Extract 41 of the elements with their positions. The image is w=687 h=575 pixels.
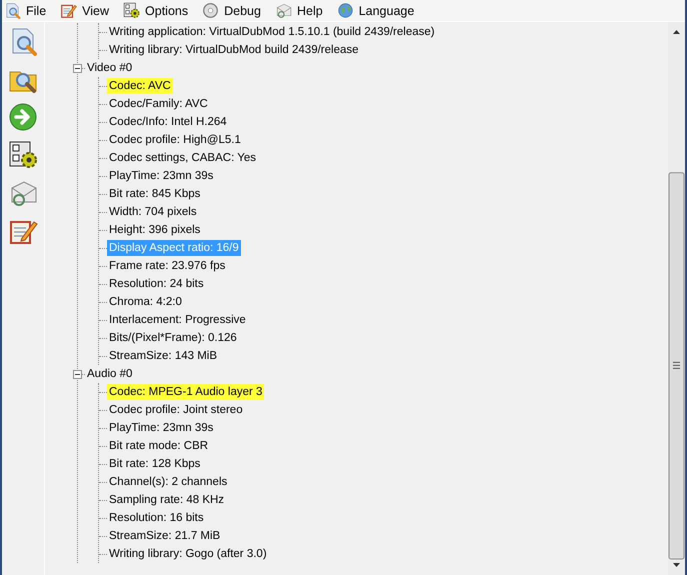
tree-item[interactable]: Codec: MPEG-1 Audio layer 3	[107, 384, 264, 400]
tree-item[interactable]: Codec: AVC	[107, 78, 173, 94]
tree-item[interactable]: Resolution: 24 bits	[107, 276, 206, 292]
tree-group-label[interactable]: Audio #0	[85, 366, 134, 382]
menu-item[interactable]: Help	[274, 2, 323, 19]
tree-item[interactable]: Codec/Info: Intel H.264	[107, 114, 229, 130]
tree-item[interactable]: Channel(s): 2 channels	[107, 474, 230, 490]
tree-item[interactable]: StreamSize: 21.7 MiB	[107, 528, 222, 544]
tree-item[interactable]: Writing library: VirtualDubMod build 2439/release	[107, 42, 361, 58]
tree-item[interactable]: PlayTime: 23mn 39s	[107, 168, 216, 184]
tree-item[interactable]: Bits/(Pixel*Frame): 0.126	[107, 330, 239, 346]
tree-item[interactable]: Width: 704 pixels	[107, 204, 199, 220]
tree-item[interactable]: Codec settings, CABAC: Yes	[107, 150, 258, 166]
tree-item[interactable]: Bit rate: 128 Kbps	[107, 456, 202, 472]
tree-item[interactable]: Bit rate: 845 Kbps	[107, 186, 202, 202]
tree-item[interactable]: Bit rate mode: CBR	[107, 438, 210, 454]
tree-item[interactable]: Interlacement: Progressive	[107, 312, 248, 328]
tree-item[interactable]: PlayTime: 23mn 39s	[107, 420, 216, 436]
menu-item[interactable]: View	[60, 2, 110, 19]
menu-item[interactable]: Options	[123, 2, 188, 19]
tree-item[interactable]: Height: 396 pixels	[107, 222, 202, 238]
tree-item[interactable]: Codec/Family: AVC	[107, 96, 210, 112]
tree-item[interactable]: Sampling rate: 48 KHz	[107, 492, 226, 508]
tree-item[interactable]: Frame rate: 23.976 fps	[107, 258, 228, 274]
collapse-toggle[interactable]	[73, 64, 82, 72]
tree-item[interactable]: Codec profile: Joint stereo	[107, 402, 245, 418]
tree-group-label[interactable]: Video #0	[85, 60, 134, 76]
tree-item[interactable]: Writing library: Gogo (after 3.0)	[107, 546, 269, 562]
tree-item[interactable]: Chroma: 4:2:0	[107, 294, 184, 310]
tree-item[interactable]: Codec profile: High@L5.1	[107, 132, 243, 148]
collapse-toggle[interactable]	[73, 370, 82, 378]
tree-item[interactable]: StreamSize: 143 MiB	[107, 348, 220, 364]
doc-magnifier-icon	[4, 2, 21, 19]
notepad-pencil-icon	[60, 2, 78, 19]
tree-item[interactable]: Writing application: VirtualDubMod 1.5.10.1 (build 2439/release)	[107, 24, 437, 40]
tree-item[interactable]: Resolution: 16 bits	[107, 510, 206, 526]
globe-icon	[336, 2, 354, 19]
menu-item[interactable]: Debug	[202, 2, 261, 19]
menu-item[interactable]: Language	[336, 2, 414, 19]
menu-item[interactable]: File	[4, 2, 46, 19]
gear-board-icon[interactable]	[8, 140, 38, 170]
